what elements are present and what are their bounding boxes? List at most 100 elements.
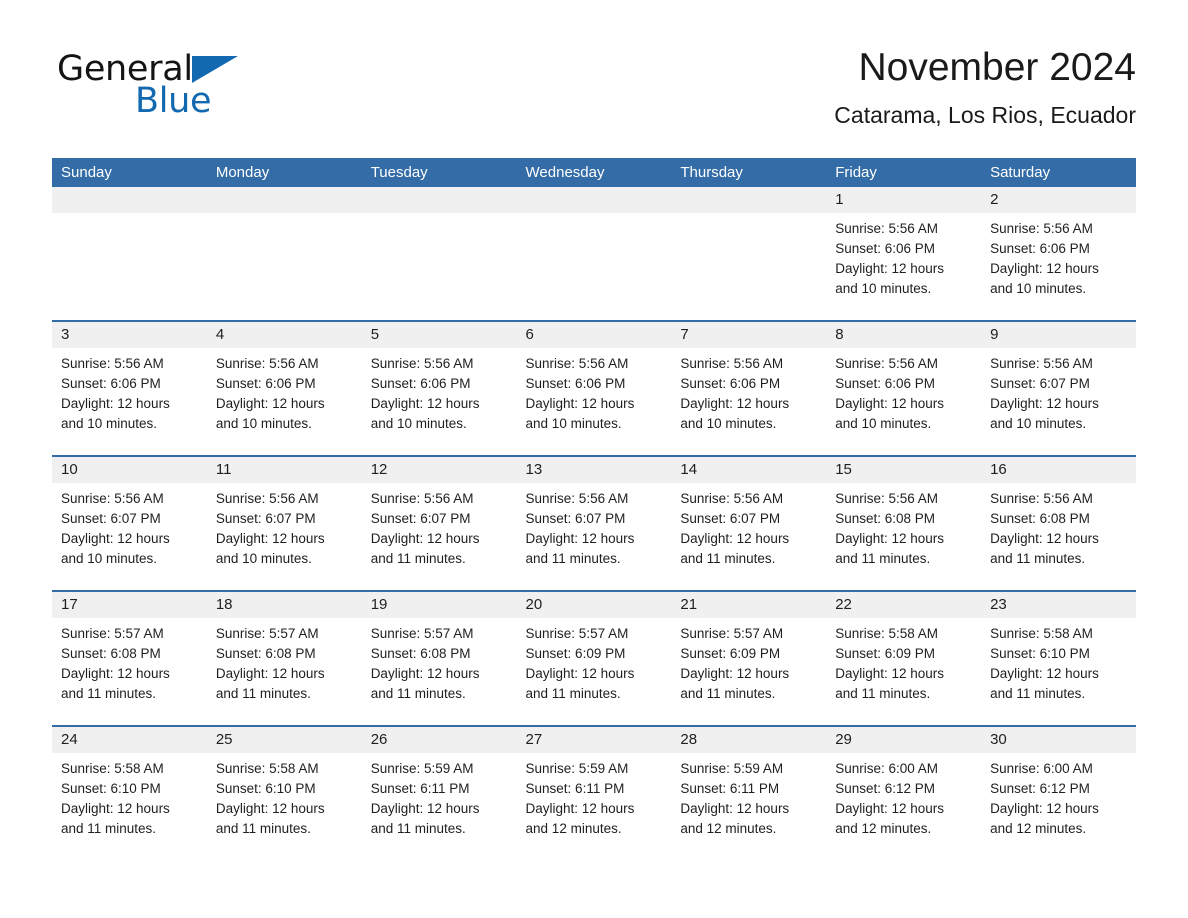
day-cell[interactable]: 21 Sunrise: 5:57 AM Sunset: 6:09 PM Dayligh… [671,590,827,726]
day-details: Sunrise: 5:57 AM Sunset: 6:09 PM Daylight:… [671,618,826,704]
day-cell[interactable] [361,187,517,321]
day-cell[interactable]: 19 Sunrise: 5:57 AM Sunset: 6:08 PM Dayligh… [361,590,517,726]
day-cell[interactable]: 2 Sunrise: 5:56 AM Sunset: 6:06 PM Daylight… [981,187,1136,321]
day-cell[interactable] [671,187,827,321]
sunset-text: Sunset: 6:06 PM [215,376,316,391]
daylight-text-line1: Daylight: 12 hours [61,801,170,816]
day-cell[interactable]: 10 Sunrise: 5:56 AM Sunset: 6:07 PM Dayligh… [52,455,207,591]
day-cell[interactable]: 26 Sunrise: 5:59 AM Sunset: 6:11 PM Dayligh… [361,725,517,845]
sunset-text: Sunset: 6:08 PM [215,646,316,661]
daylight-text-line2: and 11 minutes. [835,686,931,701]
calendar-week-row: 3 Sunrise: 5:56 AM Sunset: 6:06 PM Daylight… [52,320,1136,456]
page-header: General Blue November 2024 Catarama, Los… [52,44,1136,144]
daylight-text-line2: and 11 minutes. [61,821,157,836]
sunrise-text: Sunrise: 5:56 AM [680,356,784,371]
day-cell[interactable] [206,187,362,321]
day-details: Sunrise: 5:56 AM Sunset: 6:07 PM Daylight:… [207,483,362,569]
day-cell[interactable]: 30 Sunrise: 6:00 AM Sunset: 6:12 PM Dayligh… [981,725,1136,845]
day-cell[interactable]: 6 Sunrise: 5:56 AM Sunset: 6:06 PM Daylight… [516,320,672,456]
day-details: Sunrise: 5:56 AM Sunset: 6:06 PM Daylight:… [826,213,981,299]
daylight-text-line1: Daylight: 12 hours [835,801,945,816]
daylight-text-line1: Daylight: 12 hours [835,261,945,276]
day-number: 29 [826,727,982,753]
sunset-text: Sunset: 6:06 PM [990,241,1090,256]
day-details [207,213,362,219]
day-cell[interactable] [52,187,207,321]
sunset-text: Sunset: 6:12 PM [835,781,936,796]
sunrise-text: Sunrise: 5:57 AM [61,626,164,641]
day-cell[interactable]: 28 Sunrise: 5:59 AM Sunset: 6:11 PM Dayligh… [671,725,827,845]
sunrise-text: Sunrise: 5:56 AM [990,356,1093,371]
day-cell[interactable]: 5 Sunrise: 5:56 AM Sunset: 6:06 PM Daylight… [361,320,517,456]
daylight-text-line2: and 10 minutes. [990,281,1087,296]
day-details: Sunrise: 5:56 AM Sunset: 6:06 PM Daylight:… [826,348,981,434]
daylight-text-line1: Daylight: 12 hours [61,666,170,681]
daylight-text-line2: and 10 minutes. [525,416,622,431]
day-number: 19 [361,592,517,618]
day-cell[interactable]: 8 Sunrise: 5:56 AM Sunset: 6:06 PM Daylight… [826,320,982,456]
daylight-text-line1: Daylight: 12 hours [835,666,945,681]
sunrise-text: Sunrise: 5:56 AM [370,356,474,371]
day-number: 3 [52,322,207,348]
day-cell[interactable] [516,187,672,321]
day-number: 15 [826,457,982,483]
day-number: 23 [981,592,1136,618]
day-cell[interactable]: 14 Sunrise: 5:56 AM Sunset: 6:07 PM Dayligh… [671,455,827,591]
daylight-text-line1: Daylight: 12 hours [990,261,1099,276]
sunrise-text: Sunrise: 5:57 AM [370,626,474,641]
sunrise-text: Sunrise: 5:59 AM [525,761,629,776]
day-number: 27 [516,727,672,753]
day-cell[interactable]: 17 Sunrise: 5:57 AM Sunset: 6:08 PM Dayligh… [52,590,207,726]
sunset-text: Sunset: 6:08 PM [990,511,1090,526]
day-cell[interactable]: 23 Sunrise: 5:58 AM Sunset: 6:10 PM Dayligh… [981,590,1136,726]
day-details: Sunrise: 5:56 AM Sunset: 6:06 PM Daylight:… [362,348,517,434]
day-cell[interactable]: 9 Sunrise: 5:56 AM Sunset: 6:07 PM Daylight… [981,320,1136,456]
day-cell[interactable]: 12 Sunrise: 5:56 AM Sunset: 6:07 PM Dayligh… [361,455,517,591]
day-details: Sunrise: 5:56 AM Sunset: 6:06 PM Daylight:… [52,348,207,434]
day-cell[interactable]: 15 Sunrise: 5:56 AM Sunset: 6:08 PM Dayligh… [826,455,982,591]
day-number: 1 [826,187,982,213]
day-cell[interactable]: 1 Sunrise: 5:56 AM Sunset: 6:06 PM Daylight… [826,187,982,321]
day-cell[interactable]: 29 Sunrise: 6:00 AM Sunset: 6:12 PM Dayligh… [826,725,982,845]
sunrise-text: Sunrise: 5:58 AM [61,761,164,776]
day-cell[interactable]: 7 Sunrise: 5:56 AM Sunset: 6:06 PM Daylight… [671,320,827,456]
sunset-text: Sunset: 6:07 PM [525,511,626,526]
sunset-text: Sunset: 6:06 PM [680,376,781,391]
day-details: Sunrise: 6:00 AM Sunset: 6:12 PM Daylight:… [981,753,1136,839]
weekday-header-row: Sunday Monday Tuesday Wednesday Thursday… [52,158,1136,187]
day-cell[interactable]: 11 Sunrise: 5:56 AM Sunset: 6:07 PM Dayligh… [206,455,362,591]
weekday-header-friday: Friday [826,158,982,187]
daylight-text-line2: and 12 minutes. [835,821,932,836]
location-subtitle: Catarama, Los Rios, Ecuador [834,102,1136,128]
sunrise-text: Sunrise: 5:59 AM [370,761,474,776]
day-cell[interactable]: 16 Sunrise: 5:56 AM Sunset: 6:08 PM Dayligh… [981,455,1136,591]
day-cell[interactable]: 18 Sunrise: 5:57 AM Sunset: 6:08 PM Dayligh… [206,590,362,726]
day-details: Sunrise: 5:56 AM Sunset: 6:07 PM Daylight:… [981,348,1136,434]
day-details: Sunrise: 5:59 AM Sunset: 6:11 PM Daylight:… [362,753,517,839]
daylight-text-line2: and 11 minutes. [525,551,621,566]
day-cell[interactable]: 22 Sunrise: 5:58 AM Sunset: 6:09 PM Dayligh… [826,590,982,726]
daylight-text-line2: and 10 minutes. [61,551,158,566]
sunset-text: Sunset: 6:07 PM [370,511,471,526]
weekday-header-monday: Monday [206,158,362,187]
day-cell[interactable]: 20 Sunrise: 5:57 AM Sunset: 6:09 PM Dayligh… [516,590,672,726]
daylight-text-line1: Daylight: 12 hours [680,531,790,546]
day-cell[interactable]: 27 Sunrise: 5:59 AM Sunset: 6:11 PM Dayligh… [516,725,672,845]
day-cell[interactable]: 24 Sunrise: 5:58 AM Sunset: 6:10 PM Dayligh… [52,725,207,845]
day-cell[interactable]: 3 Sunrise: 5:56 AM Sunset: 6:06 PM Daylight… [52,320,207,456]
daylight-text-line2: and 10 minutes. [680,416,777,431]
day-details: Sunrise: 5:59 AM Sunset: 6:11 PM Daylight:… [517,753,672,839]
day-cell[interactable]: 4 Sunrise: 5:56 AM Sunset: 6:06 PM Daylight… [206,320,362,456]
day-number: 30 [981,727,1136,753]
day-details [52,213,207,219]
sunset-text: Sunset: 6:08 PM [61,646,161,661]
weekday-header-saturday: Saturday [981,158,1136,187]
day-cell[interactable]: 25 Sunrise: 5:58 AM Sunset: 6:10 PM Dayligh… [206,725,362,845]
day-cell[interactable]: 13 Sunrise: 5:56 AM Sunset: 6:07 PM Dayligh… [516,455,672,591]
day-details: Sunrise: 5:57 AM Sunset: 6:09 PM Daylight:… [517,618,672,704]
daylight-text-line2: and 12 minutes. [680,821,777,836]
sunrise-text: Sunrise: 5:56 AM [835,356,939,371]
logo-word-blue: Blue [135,81,212,121]
general-blue-logo[interactable]: General Blue [57,52,287,122]
day-number: 8 [826,322,982,348]
